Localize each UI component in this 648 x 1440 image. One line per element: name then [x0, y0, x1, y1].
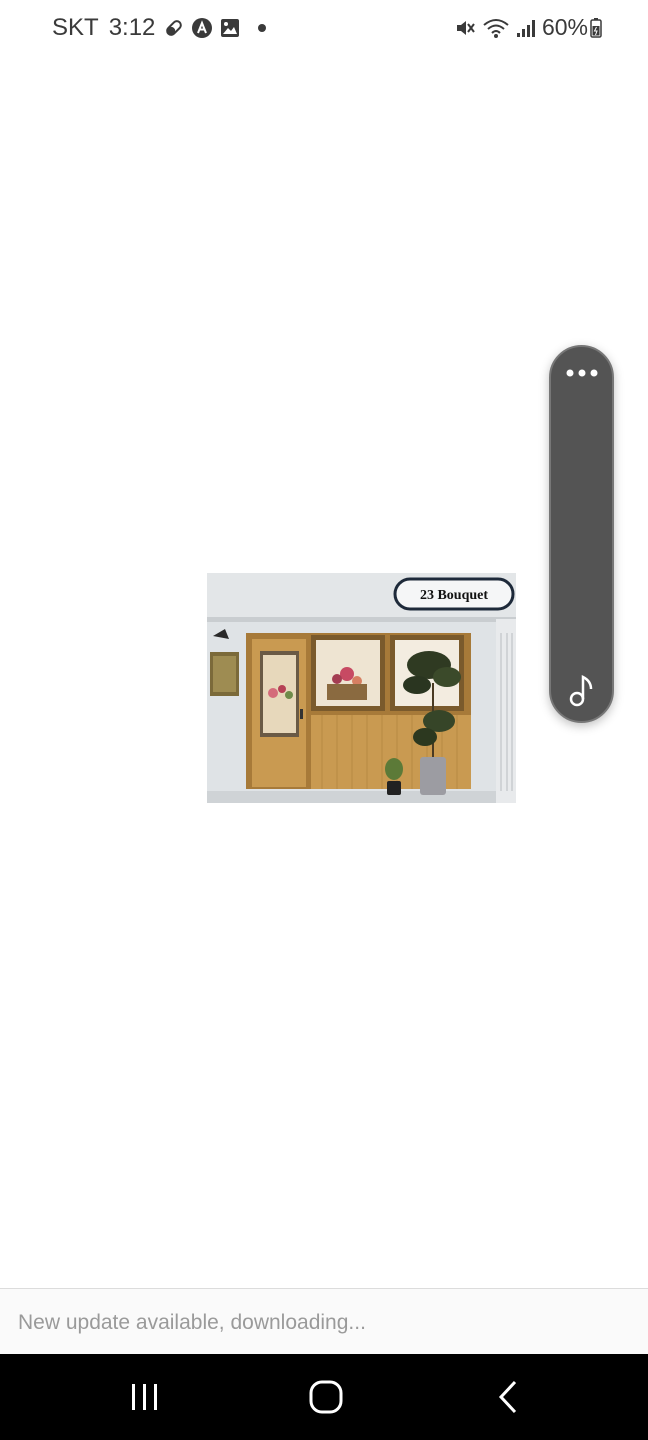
shop-sign-text: 23 Bouquet [420, 588, 488, 603]
clock: 3:12 [108, 14, 156, 41]
status-right: 60% [448, 14, 602, 41]
carrier-label: SKT [52, 14, 99, 41]
screen: SKT 3:12 60% 23 Bouquet New update avail… [0, 0, 648, 1440]
dot-icon [257, 23, 267, 33]
update-banner-text: New update available, downloading... [18, 1311, 366, 1334]
wifi-icon [482, 17, 510, 39]
floating-side-panel[interactable] [549, 345, 614, 723]
more-dots-icon[interactable] [551, 367, 612, 379]
status-left: SKT 3:12 [52, 14, 273, 42]
pill-icon [163, 17, 185, 39]
recent-apps-icon[interactable] [115, 1374, 175, 1420]
battery-icon [590, 17, 602, 38]
status-bar: SKT 3:12 60% [0, 0, 648, 60]
navigation-bar [0, 1354, 648, 1440]
battery-percent: 60% [541, 14, 588, 40]
update-banner: New update available, downloading... [0, 1288, 648, 1354]
storefront-photo: 23 Bouquet [207, 573, 516, 803]
signal-icon [516, 18, 536, 38]
app-a-icon [191, 17, 213, 39]
home-icon[interactable] [296, 1374, 356, 1420]
music-note-icon[interactable] [551, 673, 612, 707]
mute-icon [454, 17, 476, 39]
gallery-icon [219, 17, 241, 39]
back-icon[interactable] [478, 1374, 538, 1420]
